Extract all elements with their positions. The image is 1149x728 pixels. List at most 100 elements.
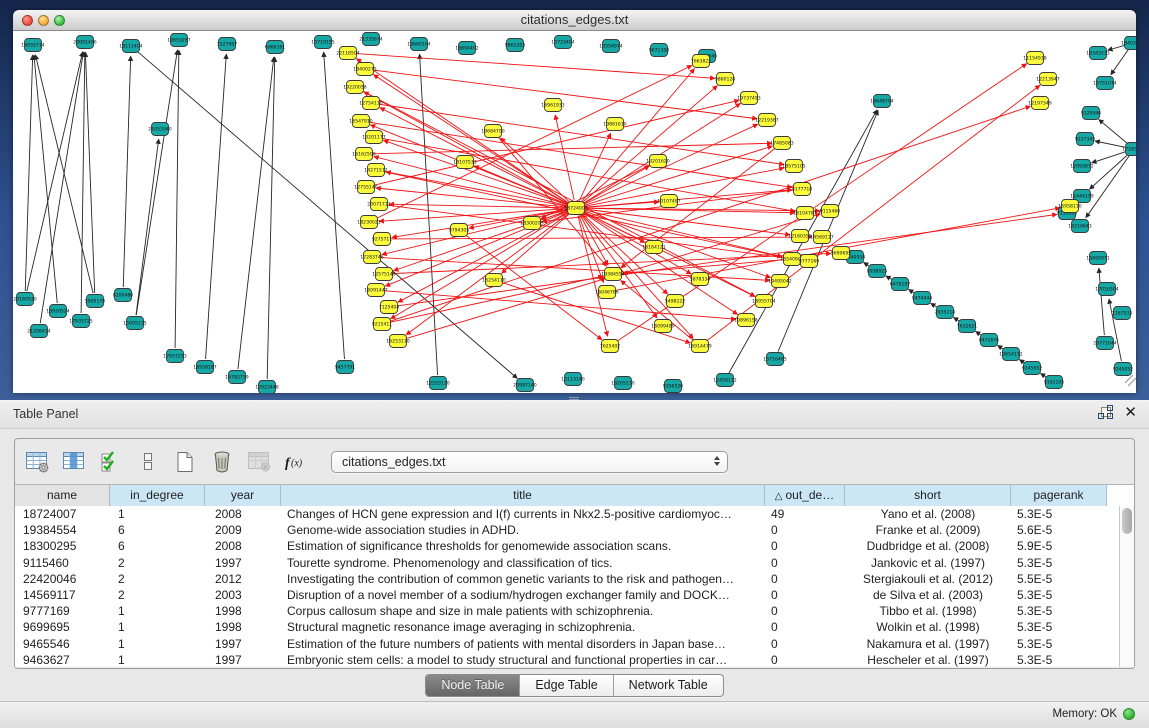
graph-node-label: 17283746 — [360, 255, 383, 261]
column-header-pagerank[interactable]: pagerank — [1011, 485, 1107, 506]
delete-column-icon[interactable] — [208, 448, 236, 476]
table-mode-icon[interactable] — [23, 448, 51, 476]
cell-short: Tibbo et al. (1998) — [845, 603, 1011, 619]
graph-node-label: 9777169 — [799, 259, 820, 265]
graph-edge[interactable] — [397, 214, 1057, 306]
graph-edge[interactable] — [372, 143, 772, 154]
graph-node-label: 15920524 — [46, 309, 69, 315]
graph-node-label: 7125404 — [379, 305, 400, 311]
graph-edge[interactable] — [136, 50, 177, 315]
minimize-window-button[interactable] — [38, 15, 49, 26]
graph-edge[interactable] — [1099, 119, 1128, 143]
scrollbar-thumb[interactable] — [1122, 508, 1132, 534]
graph-edge[interactable] — [81, 52, 85, 313]
cell-out-de-: 0 — [765, 587, 845, 603]
column-header-name[interactable]: name — [15, 485, 110, 506]
table-selector-dropdown[interactable]: citations_edges.txt — [331, 451, 728, 473]
close-panel-icon[interactable]: ✕ — [1124, 406, 1137, 420]
column-header-out-de-[interactable]: △out_de… — [765, 485, 845, 506]
graph-edge[interactable] — [379, 104, 784, 164]
graph-node-label: 15113140 — [561, 377, 584, 383]
cell-title: Genome-wide association studies in ADHD. — [281, 522, 765, 538]
show-column-icon[interactable] — [60, 448, 88, 476]
graph-edge[interactable] — [324, 52, 345, 359]
cell-short: Dudbridge et al. (2008) — [845, 538, 1011, 554]
tab-edge-table[interactable]: Edge Table — [520, 675, 613, 696]
graph-edge[interactable] — [420, 54, 438, 375]
graph-node-label: 15723404 — [551, 40, 574, 46]
graph-node-label: 1527007 — [217, 42, 238, 48]
graph-node-label: 18107533 — [453, 160, 476, 166]
column-header-in-degree[interactable]: in_degree — [110, 485, 205, 506]
select-all-icon[interactable] — [97, 448, 125, 476]
table-row[interactable]: 946554611997Estimation of the future num… — [15, 636, 1119, 652]
graph-node-label: 18205110 — [611, 381, 634, 387]
function-builder-icon[interactable]: f (x) — [282, 448, 310, 476]
graph-edge[interactable] — [380, 108, 569, 205]
table-row[interactable]: 1830029562008Estimation of significance … — [15, 538, 1119, 554]
graph-node-label: 13201177 — [362, 135, 385, 141]
graph-edge[interactable] — [206, 54, 227, 359]
float-panel-icon[interactable] — [1098, 406, 1112, 420]
graph-node-label: 15751074 — [1093, 81, 1116, 87]
graph-edge[interactable] — [1111, 50, 1129, 75]
table-row[interactable]: 1938455462009Genome-wide association stu… — [15, 522, 1119, 538]
tab-network-table[interactable]: Network Table — [614, 675, 723, 696]
graph-edge[interactable] — [175, 50, 179, 348]
graph-edge[interactable] — [34, 55, 57, 303]
graph-edge[interactable] — [1099, 268, 1105, 335]
graph-edge[interactable] — [85, 52, 94, 293]
graph-edge[interactable] — [25, 55, 32, 291]
graph-edge[interactable] — [374, 100, 739, 185]
graph-edge[interactable] — [1095, 141, 1126, 147]
cell-year: 2009 — [205, 522, 281, 538]
graph-edge[interactable] — [581, 69, 694, 202]
graph-node-label: 12553110 — [426, 381, 449, 387]
graph-node-label: 9474444 — [912, 296, 933, 302]
graph-node-label: 7632621 — [957, 324, 978, 330]
graph-node-label: 1167533 — [1112, 311, 1133, 317]
cell-short: Nakamura et al. (1997) — [845, 636, 1011, 652]
window-title-bar[interactable]: citations_edges.txt — [13, 10, 1136, 31]
column-header-short[interactable]: short — [845, 485, 1011, 506]
window-title: citations_edges.txt — [13, 10, 1136, 30]
graph-edge[interactable] — [376, 65, 692, 218]
cell-pagerank: 5.3E-5 — [1011, 506, 1107, 522]
graph-nodes[interactable]: 1405571420091406181114041065328715270076… — [13, 33, 1136, 394]
graph-node-label: 19384554 — [601, 272, 624, 278]
row-height-icon[interactable] — [134, 448, 162, 476]
column-header-year[interactable]: year — [205, 485, 281, 506]
graph-node-label: 19660164 — [407, 42, 430, 48]
network-graph[interactable]: 1405571420091406181114041065328715270076… — [13, 31, 1136, 393]
graph-edge[interactable] — [27, 52, 83, 291]
new-column-icon[interactable] — [171, 448, 199, 476]
table-row[interactable]: 1872400712008Changes of HCN gene express… — [15, 506, 1119, 522]
graph-node-label: 17283341 — [1122, 147, 1136, 153]
canvas-resize-grip[interactable] — [1125, 375, 1136, 386]
graph-edge[interactable] — [136, 139, 159, 315]
graph-edge[interactable] — [1089, 154, 1128, 189]
graph-edge[interactable] — [380, 257, 770, 280]
zoom-window-button[interactable] — [54, 15, 65, 26]
vertical-scrollbar[interactable] — [1119, 506, 1134, 667]
graph-node-label: 16547910 — [349, 119, 372, 125]
table-row[interactable]: 911546021997Tourette syndrome. Phenomeno… — [15, 555, 1119, 571]
graph-node-label: 21335674 — [359, 37, 382, 43]
table-panel-header: Table Panel ✕ — [0, 401, 1149, 429]
graph-edge[interactable] — [579, 216, 604, 283]
table-row[interactable]: 977716911998Corpus callosum shape and si… — [15, 603, 1119, 619]
table-row[interactable]: 969969511998Structural magnetic resonanc… — [15, 619, 1119, 635]
graph-edge[interactable] — [465, 235, 602, 340]
table-row[interactable]: 2242004622012Investigating the contribut… — [15, 571, 1119, 587]
graph-node-label: 9177718 — [792, 187, 813, 193]
column-header-title[interactable]: title — [281, 485, 765, 506]
close-window-button[interactable] — [22, 15, 33, 26]
tab-node-table[interactable]: Node Table — [426, 675, 520, 696]
table-row[interactable]: 946362711997Embryonic stem cells: a mode… — [15, 652, 1119, 667]
graph-node-label: 9245652 — [1022, 366, 1043, 372]
graph-edge[interactable] — [123, 56, 130, 287]
network-canvas[interactable]: 1405571420091406181114041065328715270076… — [13, 31, 1136, 393]
table-row[interactable]: 1456911722003Disruption of a novel membe… — [15, 587, 1119, 603]
graph-edge[interactable] — [369, 122, 792, 187]
graph-node-label: 5878334 — [690, 277, 711, 283]
